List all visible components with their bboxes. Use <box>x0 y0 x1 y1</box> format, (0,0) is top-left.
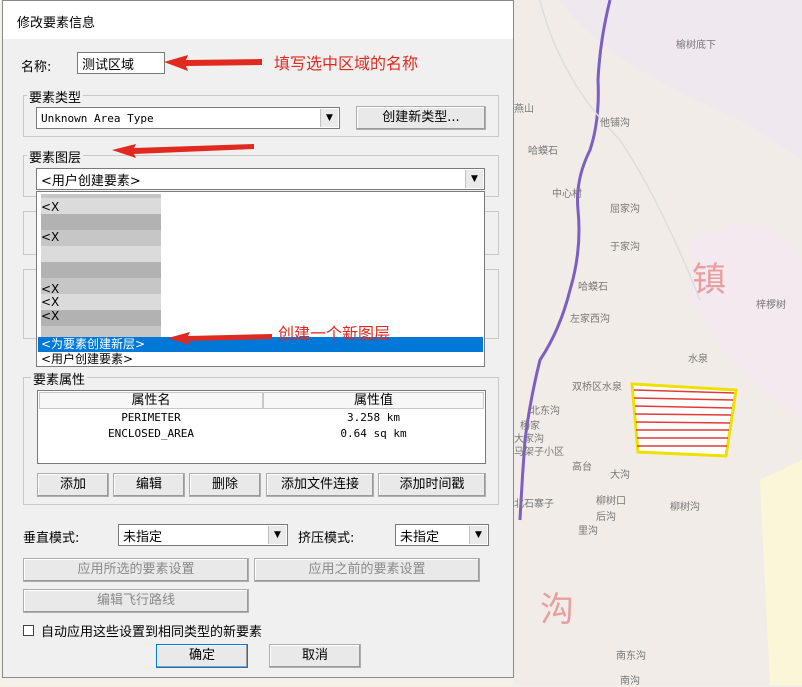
new-layer-hint-annotation: 创建一个新图层 <box>278 324 391 343</box>
annotation-arrows <box>112 55 272 345</box>
name-hint-annotation: 填写选中区域的名称 <box>274 54 419 73</box>
